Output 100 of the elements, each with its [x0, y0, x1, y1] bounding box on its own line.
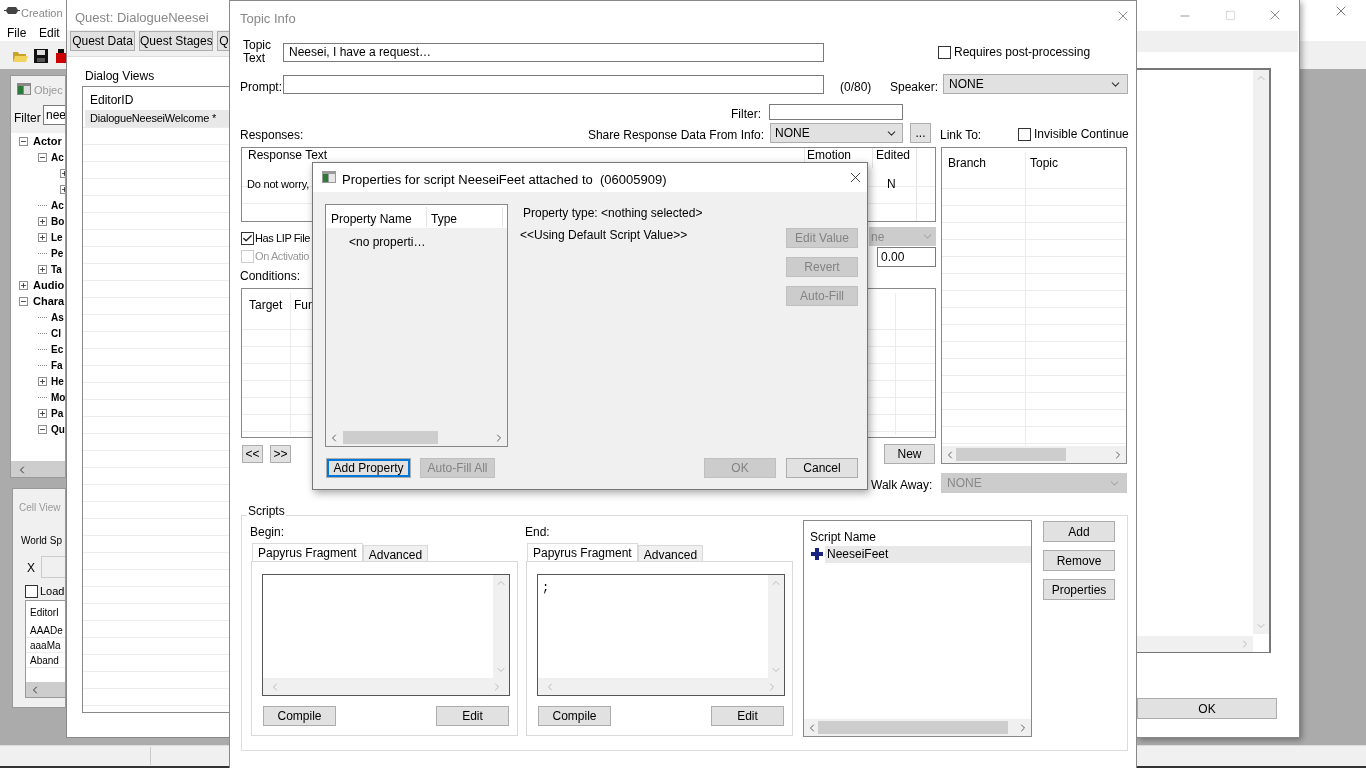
section-label: Link To: — [940, 127, 982, 144]
checkbox[interactable] — [25, 584, 38, 598]
x-label: X — [27, 560, 35, 577]
checkbox[interactable] — [938, 45, 951, 59]
tree-item[interactable]: Fa — [51, 358, 63, 372]
properties-button[interactable]: Properties — [1043, 579, 1115, 600]
add-button[interactable]: Add — [1043, 521, 1115, 542]
collapse-icon[interactable] — [38, 152, 47, 162]
tree-item[interactable]: Cl — [51, 326, 61, 340]
speaker-dropdown[interactable]: NONE — [943, 74, 1128, 94]
maximize-icon[interactable] — [1225, 10, 1236, 21]
vertical-scrollbar[interactable] — [768, 575, 784, 678]
ok-button[interactable]: OK — [1137, 698, 1277, 719]
field-label: Prompt: — [240, 79, 282, 96]
tree-item[interactable]: Le — [51, 230, 63, 244]
new-button[interactable]: New — [884, 444, 935, 464]
tree-item[interactable]: Ac — [51, 198, 64, 212]
tab[interactable]: Papyrus Fragment — [252, 543, 363, 562]
list-row[interactable]: aaaMa — [30, 640, 61, 652]
checkbox[interactable] — [241, 231, 254, 245]
save-icon[interactable] — [56, 49, 66, 63]
column-header: Emotion — [807, 149, 852, 162]
tree-item[interactable]: Actor — [33, 134, 62, 148]
code-text: ; — [542, 580, 550, 597]
edit-button[interactable]: Edit — [436, 706, 509, 726]
remove-button[interactable]: Remove — [1043, 550, 1115, 571]
menu-item[interactable]: Edit — [39, 24, 60, 42]
checkbox-label: Has LIP File — [255, 231, 310, 246]
tab[interactable]: Papyrus Fragment — [527, 543, 638, 562]
horizontal-scrollbar[interactable] — [804, 719, 1031, 736]
tab[interactable]: Quest Data — [70, 31, 135, 51]
tree-item[interactable]: Ac — [51, 150, 64, 164]
tree-item[interactable]: Pe — [51, 246, 64, 260]
expand-icon[interactable] — [19, 280, 28, 290]
tree-item[interactable]: As — [51, 310, 64, 324]
vertical-scrollbar[interactable] — [493, 575, 509, 678]
window-title: Objec — [34, 83, 63, 98]
horizontal-scrollbar[interactable] — [263, 678, 509, 695]
text-area[interactable] — [1137, 68, 1271, 653]
previous-button[interactable]: << — [242, 445, 263, 463]
checkbox-label: Requires post-processing — [954, 44, 1091, 61]
prompt-field[interactable] — [283, 75, 824, 94]
list-row[interactable]: Aband — [30, 655, 59, 667]
collapse-icon[interactable] — [19, 296, 28, 306]
browse-button[interactable]: ... — [910, 123, 931, 143]
horizontal-scrollbar[interactable] — [26, 682, 65, 697]
tab[interactable]: Q — [217, 31, 229, 51]
compile-button[interactable]: Compile — [538, 706, 611, 726]
window-icon — [17, 83, 31, 95]
tree-item[interactable]: Ta — [51, 262, 62, 276]
column-header: EditorID — [90, 92, 134, 109]
next-button[interactable]: >> — [270, 445, 291, 463]
expand-icon[interactable] — [38, 216, 47, 226]
expand-icon[interactable] — [38, 264, 47, 274]
add-property-button[interactable]: Add Property — [326, 458, 411, 478]
plus-icon — [811, 548, 823, 560]
expand-icon[interactable] — [38, 232, 47, 242]
property-type-text: Property type: <nothing selected> — [523, 205, 703, 222]
save-icon[interactable] — [34, 49, 48, 63]
checkbox-label: On Activatio — [255, 249, 309, 264]
edit-button[interactable]: Edit — [711, 706, 784, 726]
filter-field[interactable]: nee — [43, 105, 65, 125]
vertical-scrollbar[interactable] — [1253, 70, 1269, 634]
list-row[interactable]: AAADe — [30, 625, 63, 637]
horizontal-scrollbar[interactable] — [1137, 636, 1253, 652]
table-cell-text: Do not worry, — [247, 177, 309, 192]
column-header: Type — [431, 211, 457, 228]
list-row[interactable]: DialogueNeeseiWelcome * — [85, 110, 229, 127]
expand-icon[interactable] — [38, 376, 47, 386]
menu-item[interactable]: File — [7, 24, 27, 42]
filter-field[interactable] — [769, 104, 903, 120]
list-row-text: <no properti… — [349, 234, 426, 251]
tree-item[interactable]: Qu — [51, 422, 65, 436]
checkbox[interactable] — [1018, 127, 1031, 141]
tree-item[interactable]: He — [51, 374, 64, 388]
topic-text-field[interactable]: Neesei, I have a request… — [283, 43, 824, 62]
emotion-value-field[interactable]: 0.00 — [877, 247, 936, 267]
horizontal-scrollbar[interactable] — [11, 461, 65, 477]
tab[interactable]: Quest Stages — [139, 31, 213, 51]
window-title: Cell View — [19, 501, 61, 515]
tree-item[interactable]: Ec — [51, 342, 64, 356]
tree-item[interactable]: Audio — [33, 278, 65, 292]
tree-item[interactable]: Bo — [51, 214, 65, 228]
tree-item[interactable]: Chara — [33, 294, 65, 308]
share-dropdown[interactable]: NONE — [770, 123, 903, 143]
code-editor[interactable]: ; — [537, 574, 785, 696]
compile-button[interactable]: Compile — [263, 706, 336, 726]
expand-icon[interactable] — [38, 408, 47, 418]
tree-item[interactable]: Mo — [51, 390, 65, 404]
collapse-icon[interactable] — [38, 424, 47, 434]
collapse-icon[interactable] — [19, 136, 28, 146]
x-field[interactable] — [41, 556, 65, 578]
tree-item[interactable]: Pa — [51, 406, 64, 420]
cancel-button[interactable]: Cancel — [786, 458, 858, 478]
horizontal-scrollbar[interactable] — [942, 446, 1126, 463]
list-row[interactable]: NeeseiFeet — [825, 546, 1031, 563]
folder-icon[interactable] — [12, 50, 28, 63]
window-title: Topic Info — [240, 10, 296, 28]
code-editor[interactable] — [262, 574, 510, 696]
horizontal-scrollbar[interactable] — [538, 678, 784, 695]
